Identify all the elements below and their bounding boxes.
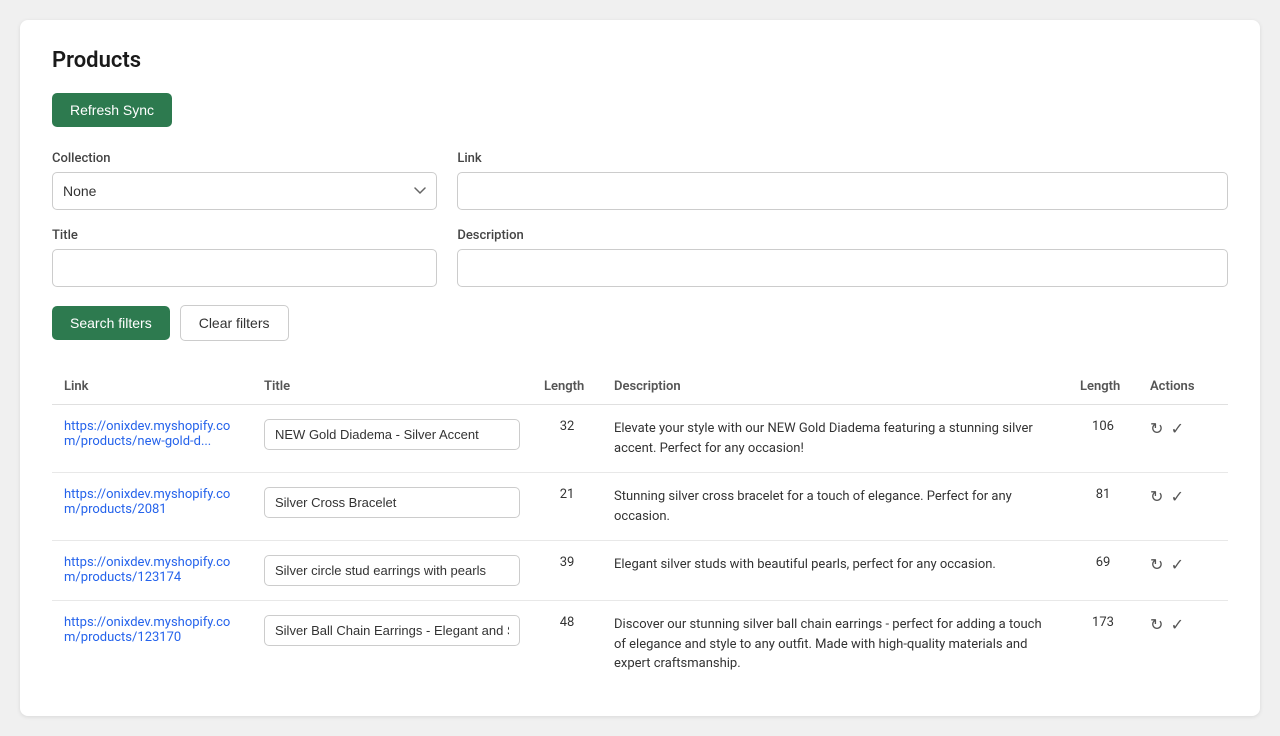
- cell-actions-0: ↻ ✓: [1138, 405, 1228, 473]
- cell-link-1: https://onixdev.myshopify.com/products/2…: [52, 473, 252, 541]
- refresh-icon-3[interactable]: ↻: [1150, 615, 1163, 634]
- col-header-title: Title: [252, 369, 532, 405]
- title-input[interactable]: [52, 249, 437, 287]
- description-input[interactable]: [457, 249, 1228, 287]
- col-header-description: Description: [602, 369, 1068, 405]
- cell-actions-1: ↻ ✓: [1138, 473, 1228, 541]
- cell-description-1: Stunning silver cross bracelet for a tou…: [602, 473, 1068, 541]
- cell-desc-length-1: 81: [1068, 473, 1138, 541]
- page-title: Products: [52, 48, 1228, 73]
- cell-description-2: Elegant silver studs with beautiful pear…: [602, 541, 1068, 601]
- cell-title-length-2: 39: [532, 541, 602, 601]
- product-link-3[interactable]: https://onixdev.myshopify.com/products/1…: [64, 615, 230, 645]
- title-field-1[interactable]: [264, 487, 520, 518]
- col-header-length-desc: Length: [1068, 369, 1138, 405]
- title-field-2[interactable]: [264, 555, 520, 586]
- refresh-sync-button[interactable]: Refresh Sync: [52, 93, 172, 127]
- title-field-3[interactable]: [264, 615, 520, 646]
- description-label: Description: [457, 228, 1228, 243]
- confirm-icon-3[interactable]: ✓: [1171, 615, 1184, 634]
- cell-title-0: [252, 405, 532, 473]
- products-card: Products Refresh Sync Collection None Ea…: [20, 20, 1260, 716]
- table-header-row: Link Title Length Description Length Act…: [52, 369, 1228, 405]
- refresh-icon-2[interactable]: ↻: [1150, 555, 1163, 574]
- cell-actions-2: ↻ ✓: [1138, 541, 1228, 601]
- confirm-icon-0[interactable]: ✓: [1171, 419, 1184, 438]
- col-header-length-title: Length: [532, 369, 602, 405]
- title-filter-group: Title: [52, 228, 437, 287]
- link-label: Link: [457, 151, 1228, 166]
- filter-row-2: Title Description: [52, 228, 1228, 287]
- title-field-0[interactable]: [264, 419, 520, 450]
- title-label: Title: [52, 228, 437, 243]
- collection-select[interactable]: None Earrings Bracelets Necklaces: [52, 172, 437, 210]
- table-row: https://onixdev.myshopify.com/products/n…: [52, 405, 1228, 473]
- cell-desc-length-2: 69: [1068, 541, 1138, 601]
- cell-title-2: [252, 541, 532, 601]
- description-filter-group: Description: [457, 228, 1228, 287]
- cell-link-3: https://onixdev.myshopify.com/products/1…: [52, 601, 252, 688]
- table-row: https://onixdev.myshopify.com/products/1…: [52, 601, 1228, 688]
- confirm-icon-1[interactable]: ✓: [1171, 487, 1184, 506]
- refresh-icon-0[interactable]: ↻: [1150, 419, 1163, 438]
- link-filter-group: Link: [457, 151, 1228, 210]
- cell-description-3: Discover our stunning silver ball chain …: [602, 601, 1068, 688]
- confirm-icon-2[interactable]: ✓: [1171, 555, 1184, 574]
- cell-actions-3: ↻ ✓: [1138, 601, 1228, 688]
- link-input[interactable]: [457, 172, 1228, 210]
- collection-label: Collection: [52, 151, 437, 166]
- cell-title-3: [252, 601, 532, 688]
- cell-title-1: [252, 473, 532, 541]
- col-header-link: Link: [52, 369, 252, 405]
- col-header-actions: Actions: [1138, 369, 1228, 405]
- product-link-2[interactable]: https://onixdev.myshopify.com/products/1…: [64, 555, 230, 585]
- table-row: https://onixdev.myshopify.com/products/1…: [52, 541, 1228, 601]
- refresh-icon-1[interactable]: ↻: [1150, 487, 1163, 506]
- cell-desc-length-3: 173: [1068, 601, 1138, 688]
- cell-title-length-0: 32: [532, 405, 602, 473]
- products-table: Link Title Length Description Length Act…: [52, 369, 1228, 688]
- cell-title-length-3: 48: [532, 601, 602, 688]
- collection-filter-group: Collection None Earrings Bracelets Neckl…: [52, 151, 437, 210]
- table-row: https://onixdev.myshopify.com/products/2…: [52, 473, 1228, 541]
- search-filters-button[interactable]: Search filters: [52, 306, 170, 340]
- cell-description-0: Elevate your style with our NEW Gold Dia…: [602, 405, 1068, 473]
- cell-link-2: https://onixdev.myshopify.com/products/1…: [52, 541, 252, 601]
- filter-actions-row: Search filters Clear filters: [52, 305, 1228, 341]
- product-link-0[interactable]: https://onixdev.myshopify.com/products/n…: [64, 419, 230, 449]
- product-link-1[interactable]: https://onixdev.myshopify.com/products/2…: [64, 487, 230, 517]
- cell-link-0: https://onixdev.myshopify.com/products/n…: [52, 405, 252, 473]
- filter-row-1: Collection None Earrings Bracelets Neckl…: [52, 151, 1228, 210]
- clear-filters-button[interactable]: Clear filters: [180, 305, 289, 341]
- cell-desc-length-0: 106: [1068, 405, 1138, 473]
- cell-title-length-1: 21: [532, 473, 602, 541]
